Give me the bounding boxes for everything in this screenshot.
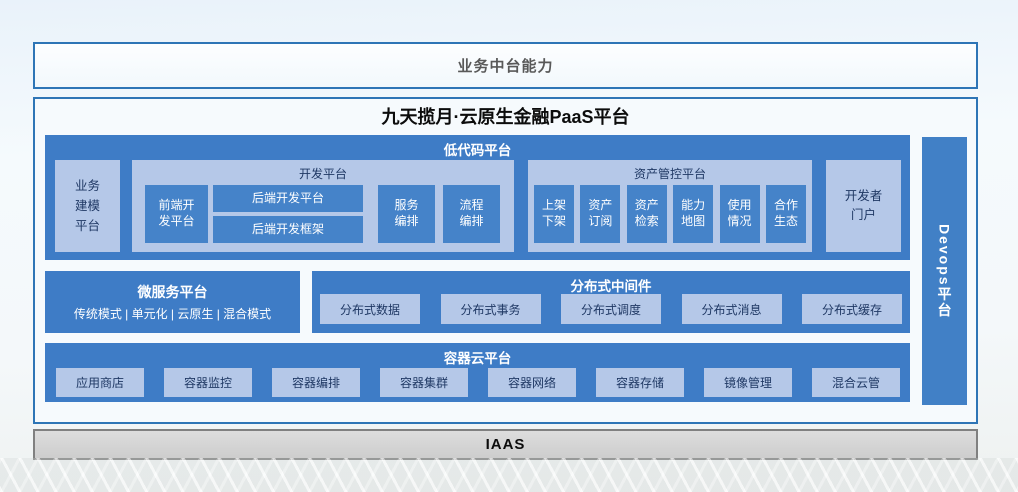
asset-item-line: 检索 [635,214,659,230]
service-orch-line: 服务 [394,198,418,214]
business-modeling-platform-box: 业务 建模 平台 [55,160,120,252]
microservice-platform-section: 微服务平台 传统模式 | 单元化 | 云原生 | 混合模式 [45,271,300,333]
biz-model-line: 业务 [75,176,100,196]
asset-item-line: 上架 [542,198,566,214]
usage-status-box: 使用 情况 [720,185,760,243]
asset-platform-header: 资产管控平台 [528,160,812,182]
platform-title: 九天揽月·云原生金融PaaS平台 [35,103,976,125]
container-cloud-section: 容器云平台 应用商店 容器监控 容器编排 容器集群 容器网络 容器存储 镜像管理… [45,343,910,402]
developer-portal-box: 开发者 门户 [826,160,901,252]
frontend-line: 前端开 [158,198,194,214]
distributed-middleware-section: 分布式中间件 分布式数据 分布式事务 分布式调度 分布式消息 分布式缓存 [312,271,910,333]
asset-item-line: 下架 [542,214,566,230]
dev-platform-header: 开发平台 [132,160,514,182]
app-store-box: 应用商店 [56,368,144,397]
lowcode-platform-section: 低代码平台 业务 建模 平台 开发平台 前端开 发平台 后端开发平台 后端开发框… [45,135,910,260]
asset-item-line: 使用 [728,198,752,214]
asset-item-line: 合作 [774,198,798,214]
asset-item-line: 地图 [681,214,705,230]
devops-platform-bar: Devops平台 [922,137,967,405]
asset-item-line: 能力 [681,198,705,214]
asset-search-box: 资产 检索 [627,185,667,243]
middleware-items-row: 分布式数据 分布式事务 分布式调度 分布式消息 分布式缓存 [320,294,902,324]
dev-portal-line: 门户 [851,206,876,225]
biz-model-line: 平台 [75,216,100,236]
biz-model-line: 建模 [75,196,100,216]
middleware-header: 分布式中间件 [312,271,910,291]
hybrid-cloud-management-box: 混合云管 [812,368,900,397]
distributed-message-box: 分布式消息 [682,294,782,324]
architecture-diagram: 业务中台能力 九天揽月·云原生金融PaaS平台 低代码平台 业务 建模 平台 开… [0,0,1018,492]
backend-dev-framework-box: 后端开发框架 [213,216,363,243]
process-orch-line: 流程 [459,198,483,214]
backend-stack: 后端开发平台 后端开发框架 [213,185,363,243]
business-middle-platform-banner: 业务中台能力 [33,42,978,89]
asset-item-line: 资产 [588,198,612,214]
container-items-row: 应用商店 容器监控 容器编排 容器集群 容器网络 容器存储 镜像管理 混合云管 [56,368,900,397]
iaas-label: IAAS [486,436,526,453]
asset-item-line: 情况 [728,214,752,230]
asset-control-platform-panel: 资产管控平台 上架 下架 资产 订阅 资产 检索 能力 [528,160,812,252]
container-monitoring-box: 容器监控 [164,368,252,397]
container-orchestration-box: 容器编排 [272,368,360,397]
service-orchestration-box: 服务 编排 [378,185,435,243]
image-management-box: 镜像管理 [704,368,792,397]
capability-map-box: 能力 地图 [673,185,713,243]
microservice-modes: 传统模式 | 单元化 | 云原生 | 混合模式 [74,305,271,322]
container-cluster-box: 容器集群 [380,368,468,397]
shelf-on-off-box: 上架 下架 [534,185,574,243]
asset-item-line: 资产 [635,198,659,214]
asset-item-line: 生态 [774,214,798,230]
distributed-transaction-box: 分布式事务 [441,294,541,324]
devops-platform-label: Devops平台 [935,224,955,319]
frontend-line: 发平台 [158,214,194,230]
container-storage-box: 容器存储 [596,368,684,397]
distributed-cache-box: 分布式缓存 [802,294,902,324]
lowcode-section-header: 低代码平台 [45,135,910,155]
frontend-dev-platform-box: 前端开 发平台 [145,185,208,243]
process-orchestration-box: 流程 编排 [443,185,500,243]
distributed-data-box: 分布式数据 [320,294,420,324]
container-network-box: 容器网络 [488,368,576,397]
cooperation-ecosystem-box: 合作 生态 [766,185,806,243]
banner-label: 业务中台能力 [457,55,553,76]
process-orch-line: 编排 [459,214,483,230]
container-cloud-header: 容器云平台 [45,343,910,363]
asset-items-row: 上架 下架 资产 订阅 资产 检索 能力 地图 [534,185,806,243]
service-orch-line: 编排 [394,214,418,230]
paas-platform-container: 九天揽月·云原生金融PaaS平台 低代码平台 业务 建模 平台 开发平台 前端开… [33,97,978,424]
dev-portal-line: 开发者 [845,187,883,206]
iaas-layer-bar: IAAS [33,429,978,460]
microservice-header: 微服务平台 [138,282,208,302]
distributed-scheduling-box: 分布式调度 [561,294,661,324]
backend-dev-platform-box: 后端开发平台 [213,185,363,212]
asset-item-line: 订阅 [588,214,612,230]
dev-platform-panel: 开发平台 前端开 发平台 后端开发平台 后端开发框架 服务 编排 流程 编排 [132,160,514,252]
asset-subscription-box: 资产 订阅 [580,185,620,243]
